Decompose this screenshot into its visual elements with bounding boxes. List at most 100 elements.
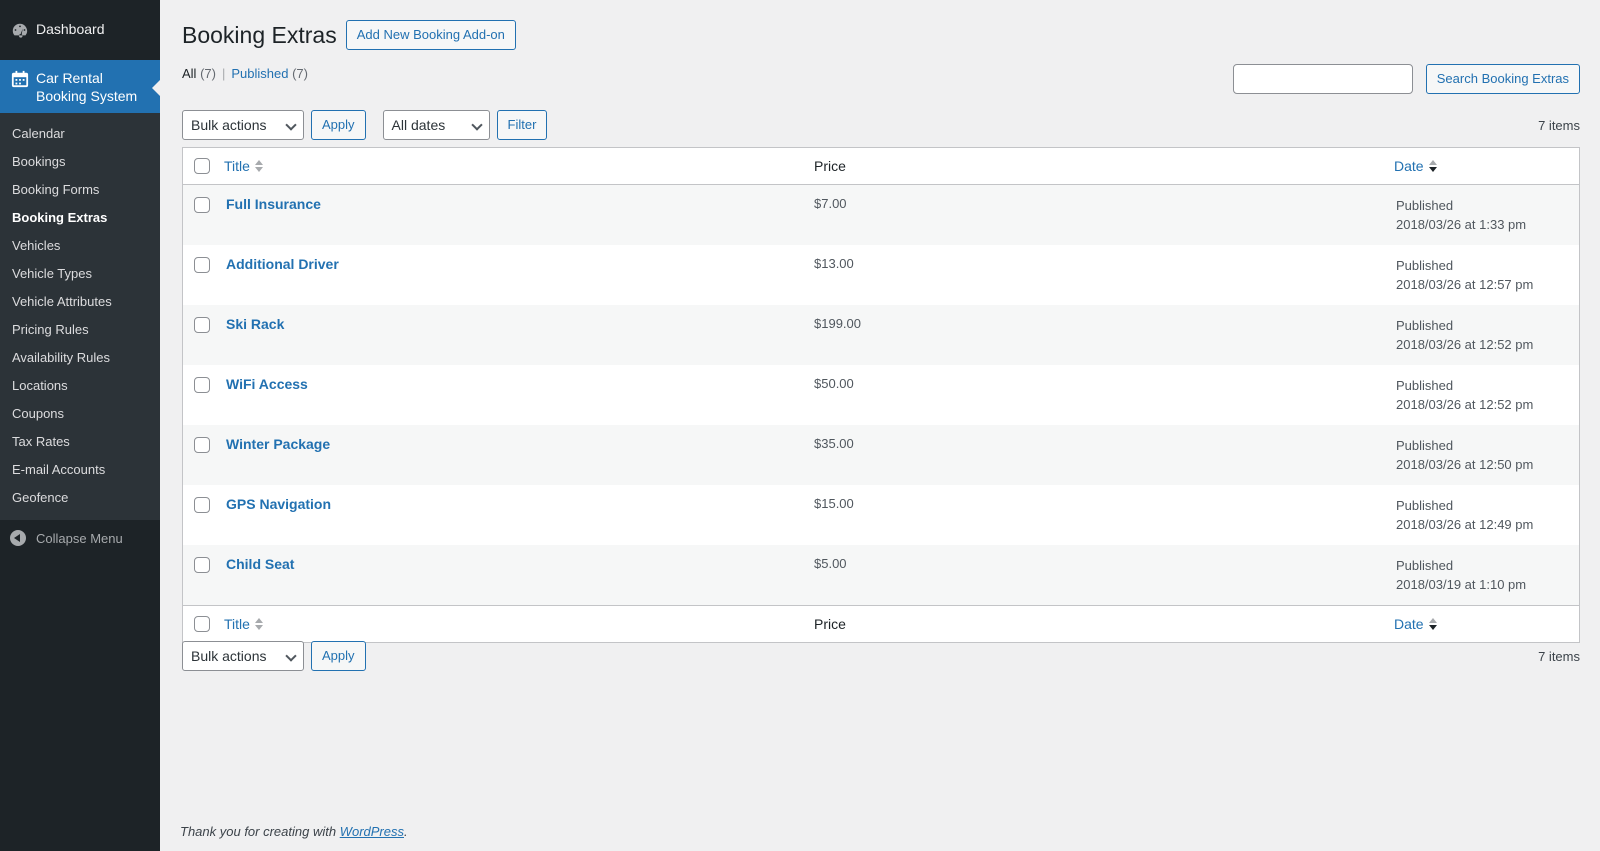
sidebar-item-availability-rules[interactable]: Availability Rules bbox=[0, 344, 160, 372]
sidebar-item-calendar[interactable]: Calendar bbox=[0, 120, 160, 148]
row-status: Published bbox=[1396, 558, 1454, 573]
sidebar-item-car-rental[interactable]: Car Rental Booking System bbox=[0, 60, 160, 113]
row-checkbox[interactable] bbox=[194, 437, 210, 453]
apply-button-bottom[interactable]: Apply bbox=[311, 641, 366, 671]
row-title-link[interactable]: Additional Driver bbox=[224, 256, 339, 272]
add-new-booking-addon-button[interactable]: Add New Booking Add-on bbox=[345, 20, 516, 50]
items-count: 7 items bbox=[1538, 117, 1580, 133]
sidebar-item-dashboard[interactable]: Dashboard bbox=[0, 0, 160, 60]
row-date-value: 2018/03/26 at 1:33 pm bbox=[1396, 217, 1527, 232]
row-date: Published 2018/03/26 at 12:50 pm bbox=[1394, 436, 1579, 485]
sidebar-item-vehicle-attributes[interactable]: Vehicle Attributes bbox=[0, 288, 160, 316]
row-date-value: 2018/03/26 at 12:50 pm bbox=[1396, 457, 1534, 472]
table-footer: Title Price Date bbox=[183, 605, 1579, 642]
bulk-actions-select[interactable]: Bulk actions bbox=[182, 110, 304, 140]
row-price: $13.00 bbox=[814, 256, 854, 271]
plugin-submenu: Calendar Bookings Booking Forms Booking Ext… bbox=[0, 113, 160, 520]
row-checkbox[interactable] bbox=[194, 377, 210, 393]
row-title-link[interactable]: Full Insurance bbox=[224, 196, 321, 212]
sidebar-item-tax-rates[interactable]: Tax Rates bbox=[0, 428, 160, 456]
chevron-down-icon bbox=[285, 119, 297, 131]
filter-published-count: (7) bbox=[292, 66, 308, 81]
sort-icon bbox=[254, 160, 263, 172]
plugin-menu-line-2: Booking System bbox=[36, 88, 138, 104]
row-date: Published 2018/03/26 at 12:52 pm bbox=[1394, 376, 1579, 425]
row-checkbox[interactable] bbox=[194, 497, 210, 513]
sort-by-title-link[interactable]: Title bbox=[224, 158, 263, 174]
row-checkbox[interactable] bbox=[194, 257, 210, 273]
collapse-menu-button[interactable]: Collapse Menu bbox=[0, 520, 160, 546]
table-row: Additional Driver $13.00 Published 2018/03/… bbox=[183, 245, 1579, 305]
search-button[interactable]: Search Booking Extras bbox=[1425, 64, 1580, 94]
sidebar-item-pricing-rules[interactable]: Pricing Rules bbox=[0, 316, 160, 344]
dates-filter-value: All dates bbox=[391, 117, 446, 133]
row-status: Published bbox=[1396, 378, 1454, 393]
sort-desc-icon bbox=[1428, 160, 1437, 172]
row-date: Published 2018/03/19 at 1:10 pm bbox=[1394, 556, 1579, 605]
items-count-bottom: 7 items bbox=[1538, 648, 1580, 664]
row-checkbox[interactable] bbox=[194, 197, 210, 213]
booking-extras-table: Title Price Date Full Insurance $7.00 Publ… bbox=[182, 147, 1580, 643]
filter-separator: | bbox=[221, 66, 226, 81]
bulk-actions-select-bottom[interactable]: Bulk actions bbox=[182, 641, 304, 671]
dates-filter-select[interactable]: All dates bbox=[382, 110, 490, 140]
search-input[interactable] bbox=[1232, 64, 1413, 94]
table-row: WiFi Access $50.00 Published 2018/03/26 at … bbox=[183, 365, 1579, 425]
page-title: Booking Extras bbox=[182, 22, 337, 48]
footer-period: . bbox=[404, 824, 408, 839]
row-title-link[interactable]: GPS Navigation bbox=[224, 496, 331, 512]
sidebar-item-bookings[interactable]: Bookings bbox=[0, 148, 160, 176]
row-date: Published 2018/03/26 at 12:52 pm bbox=[1394, 316, 1579, 365]
row-status: Published bbox=[1396, 438, 1454, 453]
row-date-value: 2018/03/26 at 12:57 pm bbox=[1396, 277, 1534, 292]
select-all-checkbox[interactable] bbox=[194, 158, 210, 174]
filter-all-link[interactable]: All (7) bbox=[182, 66, 216, 81]
sort-by-date-link-footer[interactable]: Date bbox=[1394, 616, 1437, 632]
column-date-label: Date bbox=[1394, 616, 1424, 632]
row-title-link[interactable]: WiFi Access bbox=[224, 376, 308, 392]
sort-desc-icon bbox=[1428, 618, 1437, 630]
row-checkbox[interactable] bbox=[194, 317, 210, 333]
row-status: Published bbox=[1396, 498, 1454, 513]
row-date: Published 2018/03/26 at 12:49 pm bbox=[1394, 496, 1579, 545]
row-date-value: 2018/03/26 at 12:52 pm bbox=[1396, 397, 1534, 412]
table-header: Title Price Date bbox=[183, 148, 1579, 185]
row-status: Published bbox=[1396, 198, 1454, 213]
row-checkbox[interactable] bbox=[194, 557, 210, 573]
collapse-menu-label: Collapse Menu bbox=[36, 530, 123, 546]
bulk-actions-value: Bulk actions bbox=[191, 648, 267, 664]
row-date-value: 2018/03/19 at 1:10 pm bbox=[1396, 577, 1527, 592]
filter-all-label: All bbox=[182, 66, 197, 81]
admin-footer: Thank you for creating with WordPress. bbox=[180, 824, 408, 839]
sort-by-date-link[interactable]: Date bbox=[1394, 158, 1437, 174]
row-status: Published bbox=[1396, 258, 1454, 273]
apply-button[interactable]: Apply bbox=[311, 110, 366, 140]
select-all-checkbox-footer[interactable] bbox=[194, 616, 210, 632]
row-title-link[interactable]: Child Seat bbox=[224, 556, 294, 572]
sidebar-item-locations[interactable]: Locations bbox=[0, 372, 160, 400]
wordpress-link[interactable]: WordPress bbox=[340, 824, 404, 839]
sidebar-item-label: Car Rental Booking System bbox=[36, 69, 137, 105]
chevron-down-icon bbox=[285, 650, 297, 662]
filter-button[interactable]: Filter bbox=[496, 110, 548, 140]
table-row: Child Seat $5.00 Published 2018/03/19 at 1:… bbox=[183, 545, 1579, 605]
row-title-link[interactable]: Winter Package bbox=[224, 436, 330, 452]
sidebar-item-e-mail-accounts[interactable]: E-mail Accounts bbox=[0, 456, 160, 484]
sidebar-item-label: Dashboard bbox=[36, 21, 105, 37]
table-row: Ski Rack $199.00 Published 2018/03/26 at 12… bbox=[183, 305, 1579, 365]
table-row: Winter Package $35.00 Published 2018/03/26 … bbox=[183, 425, 1579, 485]
sidebar-item-vehicles[interactable]: Vehicles bbox=[0, 232, 160, 260]
sidebar-item-geofence[interactable]: Geofence bbox=[0, 484, 160, 512]
table-row: Full Insurance $7.00 Published 2018/03/26 a… bbox=[183, 185, 1579, 245]
filter-published-link[interactable]: Published (7) bbox=[231, 66, 308, 81]
sidebar-item-coupons[interactable]: Coupons bbox=[0, 400, 160, 428]
sidebar-item-booking-extras[interactable]: Booking Extras bbox=[0, 204, 160, 232]
footer-text: Thank you for creating with bbox=[180, 824, 340, 839]
sidebar-item-vehicle-types[interactable]: Vehicle Types bbox=[0, 260, 160, 288]
row-title-link[interactable]: Ski Rack bbox=[224, 316, 284, 332]
sort-by-title-link-footer[interactable]: Title bbox=[224, 616, 263, 632]
row-price: $15.00 bbox=[814, 496, 854, 511]
page-heading: Booking Extras Add New Booking Add-on bbox=[182, 20, 516, 50]
row-date-value: 2018/03/26 at 12:49 pm bbox=[1396, 517, 1534, 532]
sidebar-item-booking-forms[interactable]: Booking Forms bbox=[0, 176, 160, 204]
